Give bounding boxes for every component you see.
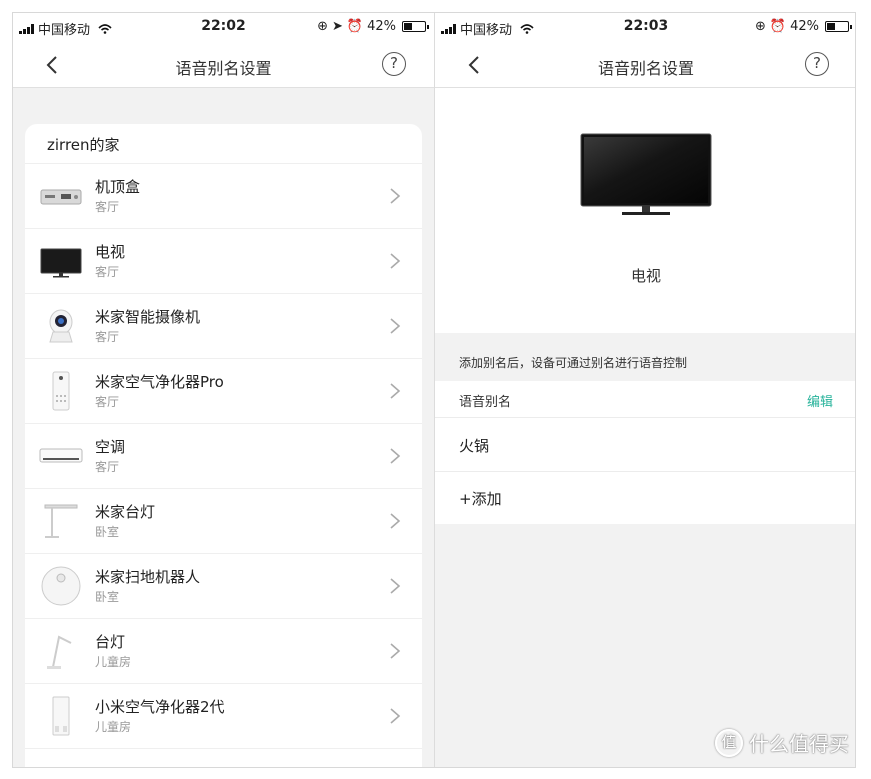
chevron-right-icon — [390, 188, 401, 204]
chevron-right-icon — [390, 513, 401, 529]
alias-item[interactable]: 火锅 — [435, 418, 855, 472]
chevron-right-icon — [390, 708, 401, 724]
device-row[interactable]: 米家扫地机器人 卧室 — [25, 554, 422, 619]
device-name: 小米空气净化器2代 — [95, 698, 225, 716]
watermark-text: 什么值得买 — [749, 732, 849, 756]
watermark: 值 什么值得买 — [715, 728, 849, 757]
page-title: 语音别名设置 — [597, 59, 694, 78]
chevron-right-icon — [390, 383, 401, 399]
device-row[interactable]: 电视 客厅 — [25, 229, 422, 294]
chevron-right-icon — [390, 643, 401, 659]
device-row[interactable]: 米家智能摄像机 客厅 — [25, 294, 422, 359]
device-room: 客厅 — [95, 460, 120, 474]
device-room: 卧室 — [95, 525, 120, 539]
air-conditioner-icon — [39, 448, 83, 463]
device-room: 客厅 — [95, 330, 120, 344]
device-row[interactable] — [25, 749, 422, 767]
device-room: 客厅 — [95, 200, 120, 214]
air-purifier-icon — [52, 696, 70, 736]
device-row[interactable]: 台灯 儿童房 — [25, 619, 422, 684]
battery-percent: 42% — [790, 19, 819, 34]
screenshot-frame: 中国移动 22:02 ⊕ ➤ ⏰ 42% 语音别名设置 ? zirren的家 机… — [12, 12, 856, 768]
status-indicators: ⊕ ⏰ 42% — [755, 19, 852, 34]
alias-text: 火锅 — [459, 437, 490, 455]
air-purifier-icon — [52, 371, 70, 411]
device-row[interactable]: 米家台灯 卧室 — [25, 489, 422, 554]
robot-vacuum-icon — [41, 566, 81, 606]
device-name: 米家空气净化器Pro — [95, 373, 224, 391]
battery-icon — [402, 21, 429, 32]
status-indicators: ⊕ ➤ ⏰ 42% — [317, 19, 429, 34]
orientation-lock-icon: ⊕ — [317, 19, 328, 34]
device-room: 儿童房 — [95, 655, 132, 669]
home-name: zirren的家 — [25, 124, 422, 164]
desk-lamp-icon — [44, 504, 78, 538]
device-name: 电视 — [630, 267, 661, 285]
battery-percent: 42% — [367, 19, 396, 34]
help-icon[interactable]: ? — [382, 52, 406, 76]
device-room: 客厅 — [95, 265, 120, 279]
device-row[interactable]: 空调 客厅 — [25, 424, 422, 489]
device-name: 米家台灯 — [95, 503, 156, 521]
device-name: 机顶盒 — [95, 178, 141, 196]
device-name: 空调 — [95, 438, 126, 456]
nav-bar: 语音别名设置 ? — [435, 43, 855, 88]
add-alias-button[interactable]: +添加 — [435, 472, 855, 524]
alias-hint-text: 添加别名后，设备可通过别名进行语音控制 — [459, 356, 688, 370]
orientation-lock-icon: ⊕ — [755, 19, 766, 34]
device-name: 电视 — [95, 243, 126, 261]
alias-detail-screen: 中国移动 22:03 ⊕ ⏰ 42% 语音别名设置 ? 电视 添加别名后，设备可… — [434, 13, 855, 767]
tv-icon — [40, 248, 82, 278]
device-list-screen: 中国移动 22:02 ⊕ ➤ ⏰ 42% 语音别名设置 ? zirren的家 机… — [13, 13, 434, 767]
device-name: 台灯 — [95, 633, 126, 651]
device-name: 米家扫地机器人 — [95, 568, 201, 586]
alarm-icon: ⏰ — [346, 19, 364, 34]
alias-section-header: 语音别名 编辑 — [435, 381, 855, 418]
chevron-right-icon — [390, 318, 401, 334]
battery-icon — [825, 21, 852, 32]
camera-icon — [49, 309, 73, 343]
device-name: 米家智能摄像机 — [95, 308, 201, 326]
alias-hint: 添加别名后，设备可通过别名进行语音控制 — [435, 333, 855, 381]
status-bar: 中国移动 22:03 ⊕ ⏰ 42% — [435, 13, 855, 43]
tv-image — [580, 133, 712, 215]
set-top-box-icon — [40, 189, 82, 205]
device-room: 卧室 — [95, 590, 120, 604]
device-row[interactable]: 米家空气净化器Pro 客厅 — [25, 359, 422, 424]
location-icon: ➤ — [332, 19, 343, 34]
desk-lamp-icon — [47, 635, 72, 669]
alias-header-label: 语音别名 — [459, 395, 512, 410]
chevron-right-icon — [390, 253, 401, 269]
page-title: 语音别名设置 — [175, 59, 272, 78]
device-room: 儿童房 — [95, 720, 132, 734]
chevron-right-icon — [390, 578, 401, 594]
edit-button[interactable]: 编辑 — [807, 391, 833, 410]
chevron-right-icon — [390, 448, 401, 464]
alarm-icon: ⏰ — [769, 19, 787, 34]
watermark-logo: 值 — [715, 728, 743, 757]
help-icon[interactable]: ? — [805, 52, 829, 76]
device-room: 客厅 — [95, 395, 120, 409]
nav-bar: 语音别名设置 ? — [13, 43, 434, 88]
device-row[interactable]: 机顶盒 客厅 — [25, 164, 422, 229]
add-alias-label: +添加 — [459, 490, 502, 508]
home-device-card: zirren的家 机顶盒 客厅 电视 客厅 米家智能摄像机 客厅 米家空气净化器… — [25, 124, 422, 767]
status-bar: 中国移动 22:02 ⊕ ➤ ⏰ 42% — [13, 13, 434, 43]
device-row[interactable]: 小米空气净化器2代 儿童房 — [25, 684, 422, 749]
